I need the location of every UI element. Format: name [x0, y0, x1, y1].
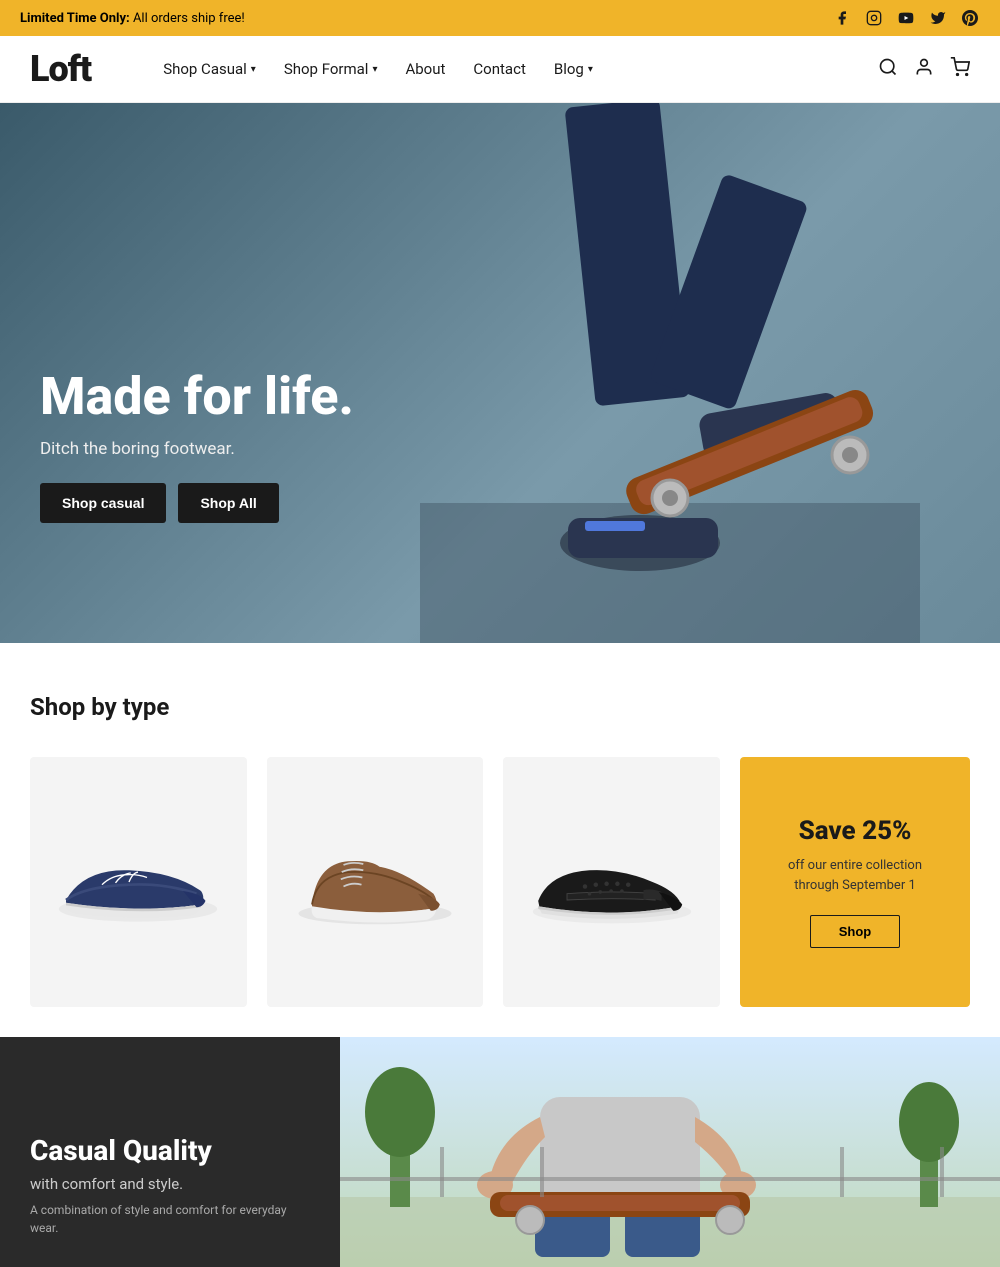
twitter-icon[interactable] — [928, 8, 948, 28]
promo-description: off our entire collection through Septem… — [770, 856, 940, 895]
hero-image — [420, 103, 920, 643]
product-card-3[interactable] — [503, 757, 720, 1007]
logo[interactable]: Loft — [30, 48, 91, 90]
nav-contact-label: Contact — [473, 60, 525, 78]
chevron-down-icon: ▾ — [372, 64, 377, 75]
announcement-text: Limited Time Only: All orders ship free! — [20, 11, 245, 26]
announcement-message: All orders ship free! — [133, 11, 245, 26]
hero-section: Made for life. Ditch the boring footwear… — [0, 103, 1000, 643]
product-card-2[interactable] — [267, 757, 484, 1007]
product-image-3 — [522, 832, 702, 932]
shop-section-title: Shop by type — [30, 693, 970, 721]
promo-card[interactable]: Save 25% off our entire collection throu… — [740, 757, 970, 1007]
shop-by-type-section: Shop by type — [0, 643, 1000, 1037]
promo-shop-button[interactable]: Shop — [810, 915, 901, 948]
product-card-1[interactable] — [30, 757, 247, 1007]
casual-quality-subtitle: with comfort and style. — [30, 1175, 310, 1193]
account-icon[interactable] — [914, 57, 934, 82]
youtube-icon[interactable] — [896, 8, 916, 28]
header-actions — [878, 57, 970, 82]
product-image-2 — [285, 832, 465, 932]
promo-title: Save 25% — [799, 816, 912, 846]
nav-blog[interactable]: Blog ▾ — [542, 52, 605, 86]
casual-scene-svg — [340, 1037, 1000, 1267]
nav-about[interactable]: About — [393, 52, 457, 86]
cart-icon[interactable] — [950, 57, 970, 82]
products-grid: Save 25% off our entire collection throu… — [30, 757, 970, 1007]
shop-all-button[interactable]: Shop All — [178, 483, 278, 523]
instagram-icon[interactable] — [864, 8, 884, 28]
nav-about-label: About — [405, 60, 445, 78]
chevron-down-icon: ▾ — [251, 64, 256, 75]
nav-shop-casual-label: Shop Casual — [163, 60, 247, 78]
search-icon[interactable] — [878, 57, 898, 82]
facebook-icon[interactable] — [832, 8, 852, 28]
nav-contact[interactable]: Contact — [461, 52, 537, 86]
announcement-prefix: Limited Time Only: — [20, 11, 130, 26]
nav-shop-formal[interactable]: Shop Formal ▾ — [272, 52, 390, 86]
chevron-down-icon: ▾ — [588, 64, 593, 75]
announcement-bar: Limited Time Only: All orders ship free! — [0, 0, 1000, 36]
casual-image — [340, 1037, 1000, 1267]
shop-casual-button[interactable]: Shop casual — [40, 483, 166, 523]
header: Loft Shop Casual ▾ Shop Formal ▾ About C… — [0, 36, 1000, 103]
hero-subtitle: Ditch the boring footwear. — [40, 439, 354, 459]
casual-quality-title: Casual Quality — [30, 1134, 310, 1167]
main-nav: Shop Casual ▾ Shop Formal ▾ About Contac… — [151, 52, 878, 86]
casual-quality-section: Casual Quality with comfort and style. A… — [0, 1037, 1000, 1267]
casual-dark-panel: Casual Quality with comfort and style. A… — [0, 1037, 340, 1267]
casual-quality-desc: A combination of style and comfort for e… — [30, 1201, 310, 1237]
social-icons-group — [832, 8, 980, 28]
nav-blog-label: Blog — [554, 60, 584, 78]
hero-buttons: Shop casual Shop All — [40, 483, 354, 523]
product-image-1 — [48, 832, 228, 932]
pinterest-icon[interactable] — [960, 8, 980, 28]
hero-content: Made for life. Ditch the boring footwear… — [40, 368, 354, 523]
hero-title: Made for life. — [40, 368, 354, 425]
nav-shop-formal-label: Shop Formal — [284, 60, 369, 78]
nav-shop-casual[interactable]: Shop Casual ▾ — [151, 52, 268, 86]
